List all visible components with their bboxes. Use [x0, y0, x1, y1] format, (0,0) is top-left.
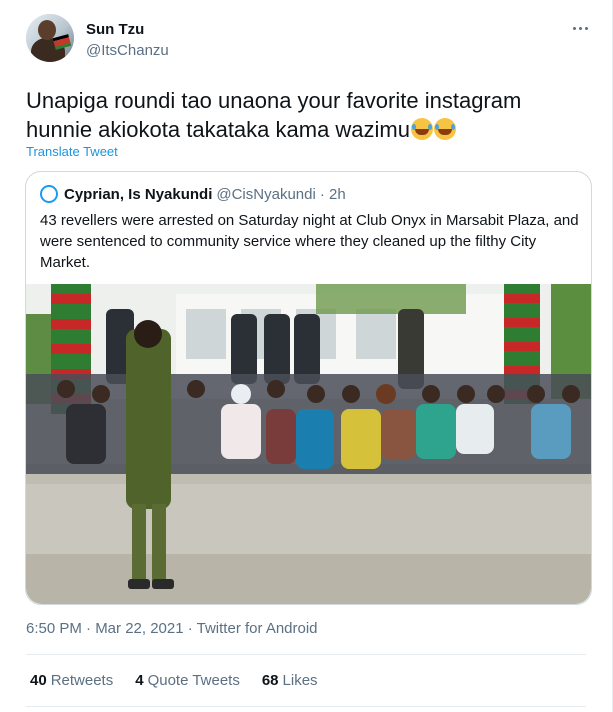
quoted-avatar[interactable] — [40, 185, 58, 203]
divider — [26, 706, 586, 707]
laughing-tears-emoji-icon — [411, 118, 433, 140]
more-options-icon[interactable] — [570, 22, 590, 34]
laughing-tears-emoji-icon — [434, 118, 456, 140]
crowd-photo-image — [26, 284, 591, 604]
retweets-count: 40 — [30, 672, 47, 689]
quoted-tweet-text: 43 revellers were arrested on Saturday n… — [40, 212, 579, 271]
likes-label: Likes — [282, 672, 318, 689]
likes-stat[interactable]: 68 Likes — [262, 672, 318, 689]
retweets-stat[interactable]: 40 Retweets — [30, 672, 113, 689]
tweet-timestamp[interactable]: 6:50 PM · Mar 22, 2021 · Twitter for And… — [26, 620, 318, 637]
divider — [26, 654, 586, 655]
likes-count: 68 — [261, 672, 279, 689]
quoted-author-name[interactable]: Cyprian, Is Nyakundi — [64, 186, 212, 203]
quote-tweets-label: Quote Tweets — [147, 672, 240, 689]
quoted-photo[interactable] — [26, 284, 591, 604]
author-handle[interactable]: @ItsChanzu — [86, 42, 169, 59]
quote-tweets-count: 4 — [135, 672, 144, 689]
tweet-stats: 40 Retweets 4 Quote Tweets 68 Likes — [30, 672, 318, 689]
quoted-timestamp[interactable]: · 2h — [320, 186, 346, 203]
author-avatar[interactable] — [26, 14, 74, 62]
quoted-author-handle[interactable]: @CisNyakundi — [216, 186, 315, 203]
translate-tweet-link[interactable]: Translate Tweet — [26, 144, 118, 159]
retweets-label: Retweets — [50, 672, 114, 689]
author-name[interactable]: Sun Tzu — [86, 21, 144, 38]
quoted-tweet[interactable]: Cyprian, Is Nyakundi @CisNyakundi · 2h 4… — [25, 171, 592, 605]
tweet: Sun Tzu @ItsChanzu Unapiga roundi tao un… — [0, 0, 613, 712]
quote-tweets-stat[interactable]: 4 Quote Tweets — [135, 672, 240, 689]
tweet-text: Unapiga roundi tao unaona your favorite … — [26, 86, 586, 144]
quoted-tweet-header: Cyprian, Is Nyakundi @CisNyakundi · 2h — [40, 185, 346, 203]
